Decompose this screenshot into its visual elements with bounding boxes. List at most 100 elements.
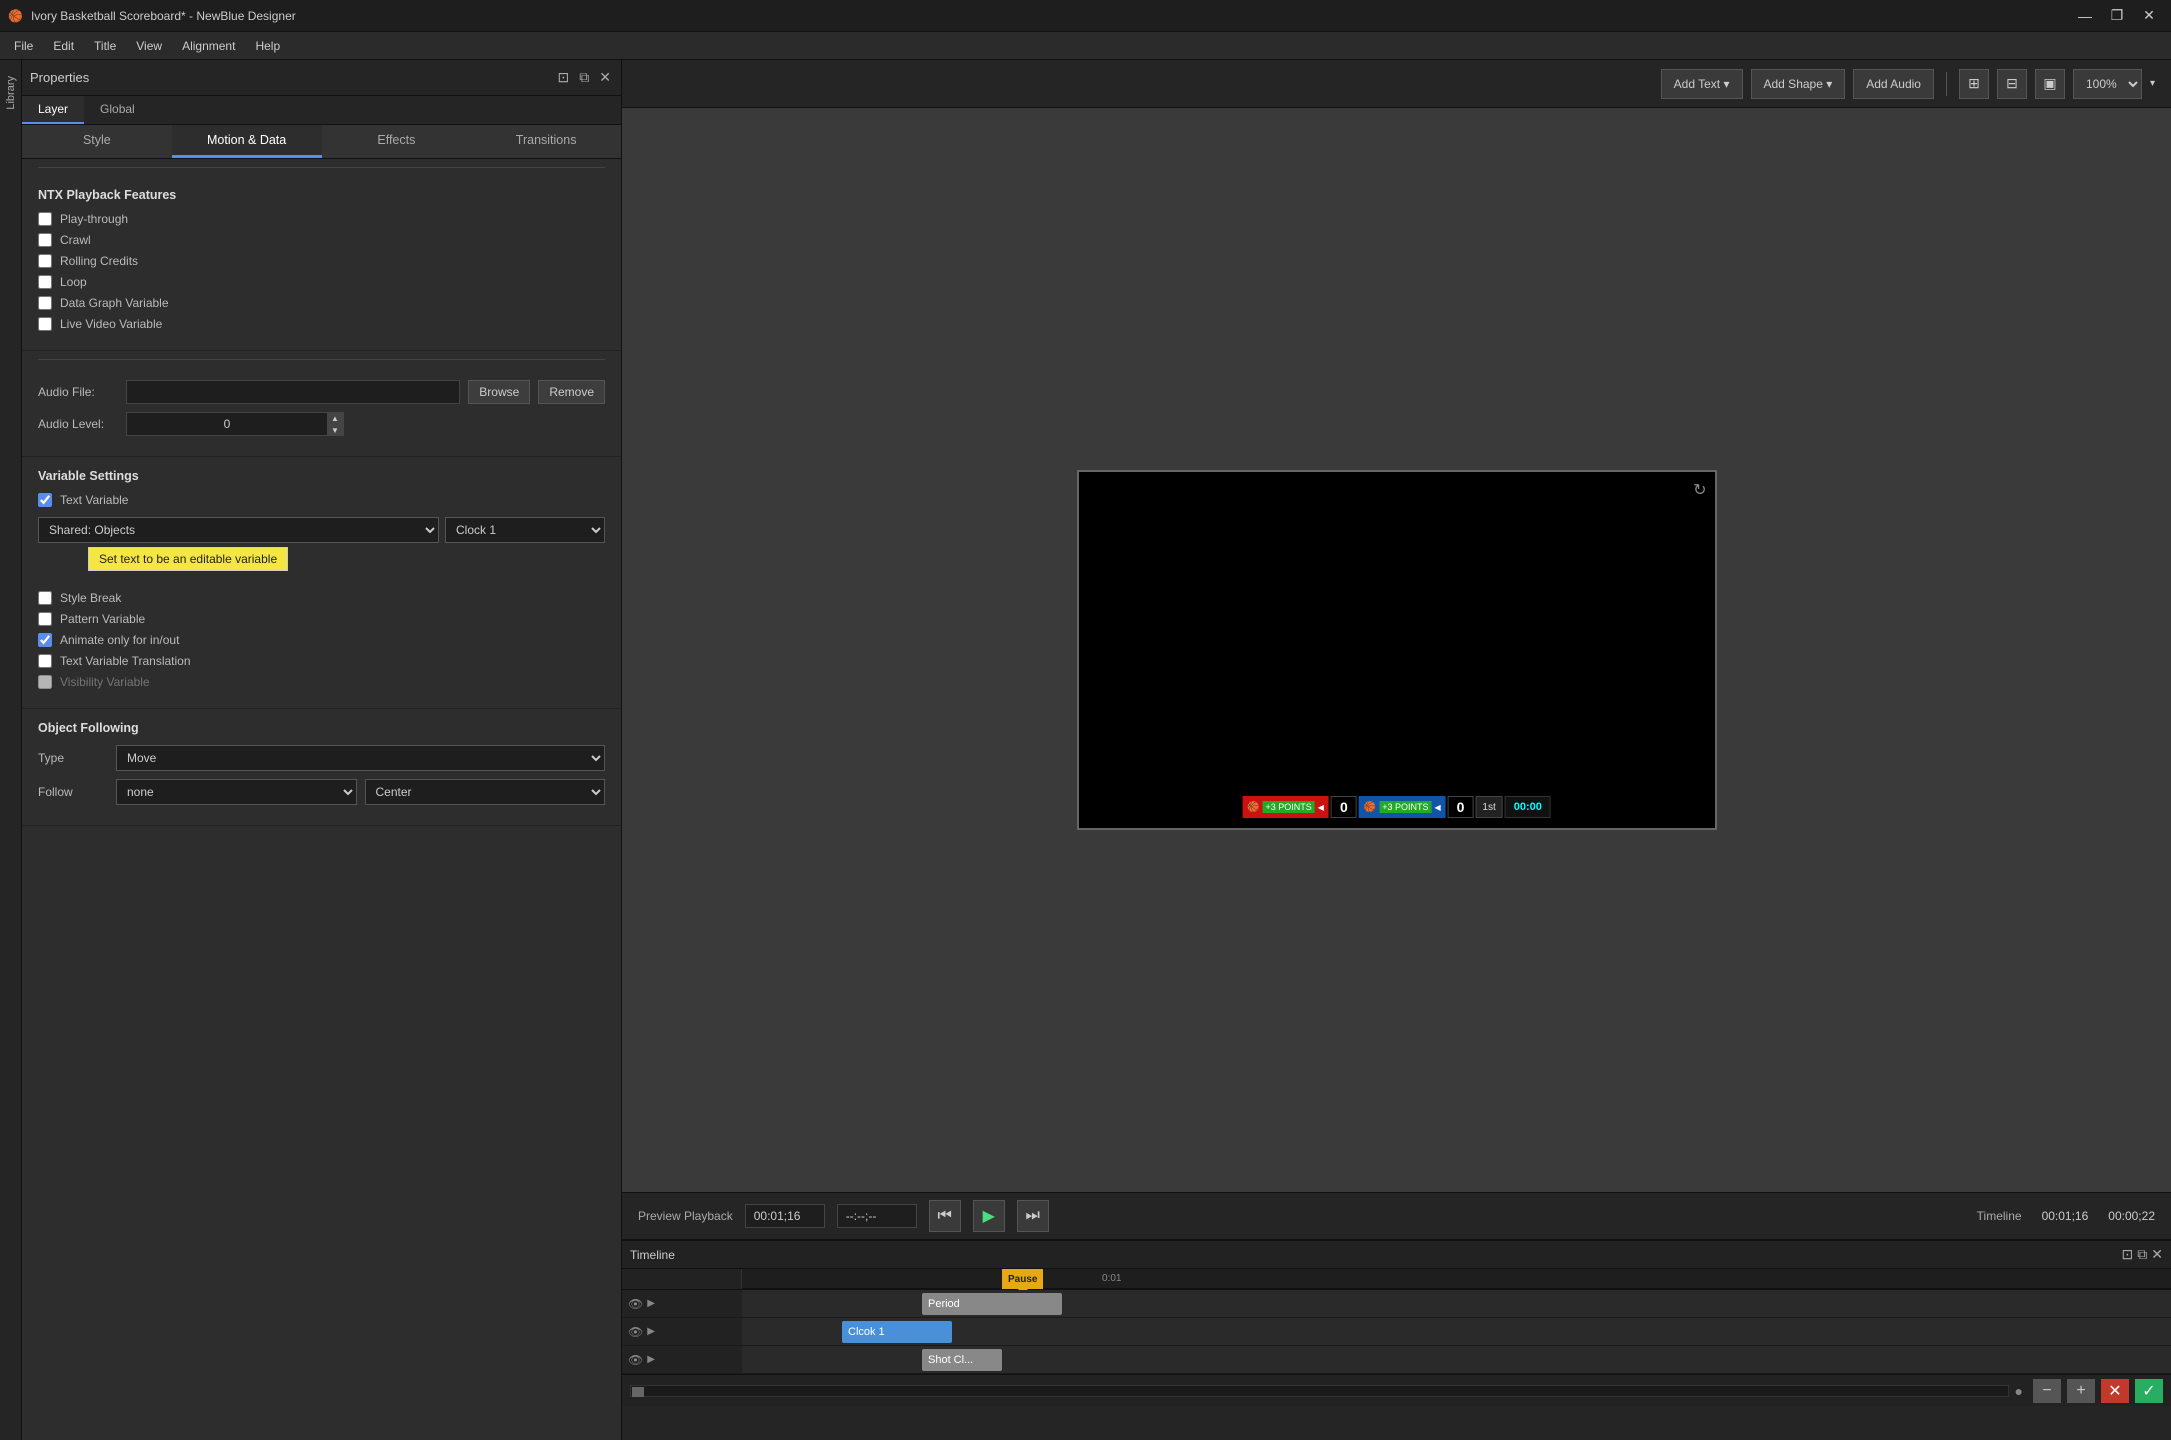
track-shot-arrow[interactable]: ▶ (647, 1354, 655, 1365)
timeline-scrollbar[interactable] (630, 1385, 2009, 1397)
timeline-duration: 00:00;22 (2108, 1209, 2155, 1223)
library-tab[interactable]: Library (1, 68, 21, 118)
play-through-label[interactable]: Play-through (60, 212, 128, 226)
track-period-arrow[interactable]: ▶ (647, 1298, 655, 1309)
live-video-label[interactable]: Live Video Variable (60, 317, 162, 331)
pattern-variable-checkbox[interactable] (38, 612, 52, 626)
pattern-variable-label[interactable]: Pattern Variable (60, 612, 145, 626)
track-clock1-content: Clcok 1 (742, 1318, 2171, 1345)
panel-close-button[interactable]: ✕ (597, 67, 613, 88)
timeline-copy-button[interactable]: ⧉ (2137, 1246, 2147, 1263)
tab-global[interactable]: Global (84, 96, 151, 124)
menu-edit[interactable]: Edit (43, 35, 84, 57)
prev-button[interactable]: ⏮ (929, 1200, 961, 1232)
track-period-eye[interactable]: 👁 (628, 1297, 643, 1311)
spin-up[interactable]: ▲ (327, 412, 343, 424)
next-button[interactable]: ⏭ (1017, 1200, 1049, 1232)
text-variable-label[interactable]: Text Variable (60, 493, 128, 507)
crawl-checkbox[interactable] (38, 233, 52, 247)
checkbox-visibility-variable: Visibility Variable (38, 675, 605, 689)
ntx-title: NTX Playback Features (38, 188, 605, 202)
timeline-confirm-button[interactable]: ✓ (2135, 1379, 2163, 1403)
refresh-icon[interactable]: ↻ (1693, 480, 1706, 500)
timeline-plus-button[interactable]: + (2067, 1379, 2095, 1403)
type-dropdown[interactable]: Move (116, 745, 605, 771)
crawl-label[interactable]: Crawl (60, 233, 91, 247)
menu-bar: File Edit Title View Alignment Help (0, 32, 2171, 60)
timeline-collapse-button[interactable]: ⊡ (2122, 1246, 2134, 1263)
menu-view[interactable]: View (126, 35, 172, 57)
tab-motion-data[interactable]: Motion & Data (172, 125, 322, 158)
animate-only-label[interactable]: Animate only for in/out (60, 633, 179, 647)
variable-settings-section: Variable Settings Text Variable Shared: … (22, 457, 621, 709)
grid-button[interactable]: ⊞ (1959, 69, 1989, 99)
text-var-translation-label[interactable]: Text Variable Translation (60, 654, 191, 668)
checkbox-data-graph: Data Graph Variable (38, 296, 605, 310)
ruler-button[interactable]: ⊟ (1997, 69, 2027, 99)
timeline-minus-button[interactable]: − (2033, 1379, 2061, 1403)
style-break-checkbox[interactable] (38, 591, 52, 605)
menu-alignment[interactable]: Alignment (172, 35, 245, 57)
menu-file[interactable]: File (4, 35, 43, 57)
tab-transitions[interactable]: Transitions (471, 125, 621, 158)
loop-checkbox[interactable] (38, 275, 52, 289)
menu-help[interactable]: Help (245, 35, 290, 57)
rolling-credits-label[interactable]: Rolling Credits (60, 254, 138, 268)
clip-clock1[interactable]: Clcok 1 (842, 1321, 952, 1343)
close-button[interactable]: ✕ (2135, 6, 2163, 26)
clip-shot[interactable]: Shot Cl... (922, 1349, 1002, 1371)
clock-dropdown[interactable]: Clock 1 (445, 517, 605, 543)
follow-position-dropdown[interactable]: Center (365, 779, 606, 805)
main-layout: Library Properties ⊡ ⧉ ✕ Layer Global St… (0, 60, 2171, 1440)
team1-arrow-left: ◀ (1318, 803, 1324, 812)
visibility-variable-checkbox[interactable] (38, 675, 52, 689)
timeline-delete-button[interactable]: ✕ (2101, 1379, 2129, 1403)
scroll-thumb[interactable] (632, 1387, 644, 1397)
timeline-label: Timeline (1977, 1209, 2022, 1223)
timeline-ruler-row: Pause 0:01 (622, 1269, 2171, 1290)
play-button[interactable]: ▶ (973, 1200, 1005, 1232)
remove-button[interactable]: Remove (538, 380, 605, 404)
panel-pin-button[interactable]: ⊡ (556, 67, 572, 88)
top-toolbar: Add Text ▾ Add Shape ▾ Add Audio ⊞ ⊟ ▣ 1… (622, 60, 2171, 108)
data-graph-label[interactable]: Data Graph Variable (60, 296, 169, 310)
loop-label[interactable]: Loop (60, 275, 87, 289)
menu-title[interactable]: Title (84, 35, 126, 57)
track-clock1-eye[interactable]: 👁 (628, 1325, 643, 1339)
rolling-credits-checkbox[interactable] (38, 254, 52, 268)
tab-style[interactable]: Style (22, 125, 172, 158)
minimize-button[interactable]: — (2071, 6, 2099, 26)
audio-file-label: Audio File: (38, 385, 118, 399)
play-through-checkbox[interactable] (38, 212, 52, 226)
live-video-checkbox[interactable] (38, 317, 52, 331)
style-break-label[interactable]: Style Break (60, 591, 121, 605)
layout-button[interactable]: ▣ (2035, 69, 2065, 99)
timeline-close-button[interactable]: ✕ (2151, 1246, 2163, 1263)
browse-button[interactable]: Browse (468, 380, 530, 404)
tab-layer[interactable]: Layer (22, 96, 84, 124)
team2-icon: 🏀 (1364, 802, 1376, 813)
clip-period[interactable]: Period (922, 1293, 1062, 1315)
audio-level-value[interactable] (127, 417, 327, 431)
animate-only-checkbox[interactable] (38, 633, 52, 647)
audio-file-input[interactable] (126, 380, 460, 404)
add-text-button[interactable]: Add Text ▾ (1661, 69, 1743, 99)
text-variable-checkbox[interactable] (38, 493, 52, 507)
add-audio-button[interactable]: Add Audio (1853, 69, 1934, 99)
maximize-button[interactable]: ❐ (2103, 6, 2131, 26)
shared-objects-dropdown[interactable]: Shared: Objects (38, 517, 439, 543)
zoom-dropdown[interactable]: 100% 50% 75% 150% 200% (2073, 69, 2142, 99)
panel-float-button[interactable]: ⧉ (577, 67, 591, 88)
follow-dropdown[interactable]: none (116, 779, 357, 805)
checkbox-animate-only: Animate only for in/out (38, 633, 605, 647)
add-shape-button[interactable]: Add Shape ▾ (1751, 69, 1846, 99)
visibility-variable-label: Visibility Variable (60, 675, 150, 689)
tab-effects[interactable]: Effects (322, 125, 472, 158)
panel-header: Properties ⊡ ⧉ ✕ (22, 60, 621, 96)
track-shot-eye[interactable]: 👁 (628, 1353, 643, 1367)
track-clock1-arrow[interactable]: ▶ (647, 1326, 655, 1337)
text-var-translation-checkbox[interactable] (38, 654, 52, 668)
spin-down[interactable]: ▼ (327, 424, 343, 436)
checkbox-rolling-credits: Rolling Credits (38, 254, 605, 268)
data-graph-checkbox[interactable] (38, 296, 52, 310)
